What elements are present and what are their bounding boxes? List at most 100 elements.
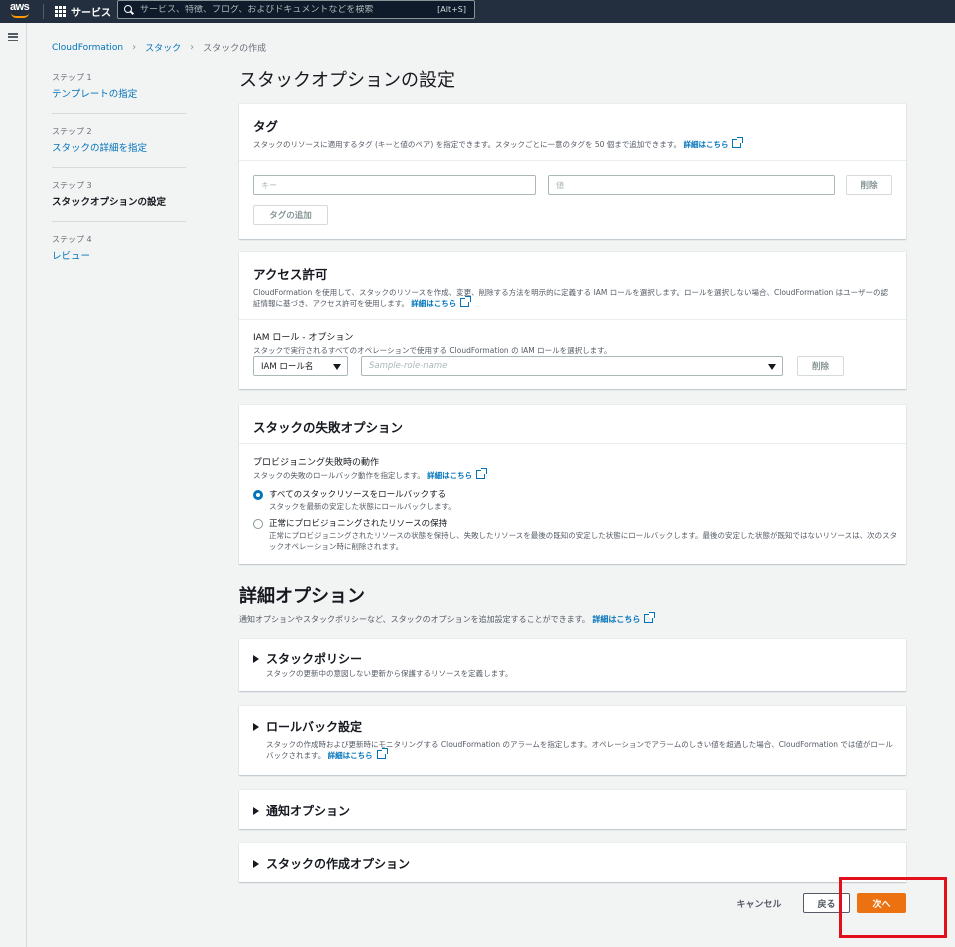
rollback-all-desc: スタックを最新の安定した状態にロールバックします。	[269, 502, 456, 511]
advanced-learn-more-link[interactable]: 詳細はこちら	[592, 612, 656, 624]
caret-down-icon	[768, 364, 776, 370]
page-title: スタックオプションの設定	[239, 70, 455, 91]
failure-title: スタックの失敗オプション	[253, 420, 404, 435]
step-number: ステップ 2	[52, 127, 92, 136]
creation-options-section[interactable]: スタックの作成オプション	[239, 843, 906, 882]
caret-right-icon	[253, 722, 259, 731]
stack-policy-section[interactable]: スタックポリシー スタックの更新中の意図しない更新から保護するリソースを定義しま…	[239, 639, 906, 691]
preserve-resources-radio[interactable]	[253, 519, 263, 529]
aws-smile-icon	[11, 13, 29, 18]
tags-panel: タグ スタックのリソースに適用するタグ (キーと値のペア) を指定できます。スタ…	[239, 104, 906, 239]
iam-role-description: スタックで実行されるすべてのオペレーションで使用する CloudFormatio…	[253, 346, 612, 355]
grid-icon	[55, 6, 66, 17]
permissions-learn-more-link[interactable]: 詳細はこちら	[411, 296, 472, 308]
breadcrumb: CloudFormation › スタック › スタックの作成	[52, 41, 266, 54]
rollback-config-desc: スタックの作成時および更新時にモニタリングする CloudFormation の…	[266, 740, 893, 760]
iam-role-label: IAM ロール - オプション	[253, 333, 354, 343]
chevron-right-icon: ›	[132, 42, 137, 53]
tags-learn-more-link[interactable]: 詳細はこちら	[683, 137, 744, 149]
external-link-icon	[376, 748, 388, 759]
advanced-options-description: 通知オプションやスタックポリシーなど、スタックのオプションを追加設定することがで…	[239, 612, 656, 625]
iam-role-remove-button[interactable]: 削除	[797, 356, 844, 376]
rollback-learn-more-link[interactable]: 詳細はこちら	[328, 748, 388, 760]
failure-header: スタックの失敗オプション	[239, 405, 906, 444]
tag-key-input[interactable]: キー	[253, 175, 536, 195]
breadcrumb-stacks[interactable]: スタック	[145, 41, 181, 54]
iam-role-field: IAM ロール - オプション スタックで実行されるすべてのオペレーションで使用…	[253, 330, 611, 356]
step-1: ステップ 1 テンプレートの指定	[52, 72, 186, 114]
external-link-icon	[460, 296, 472, 307]
tags-header: タグ スタックのリソースに適用するタグ (キーと値のペア) を指定できます。スタ…	[239, 104, 906, 161]
step-4: ステップ 4 レビュー	[52, 234, 186, 275]
rollback-config-title: ロールバック設定	[266, 720, 363, 734]
services-menu-button[interactable]: サービス	[55, 4, 111, 19]
wizard-steps: ステップ 1 テンプレートの指定 ステップ 2 スタックの詳細を指定 ステップ …	[52, 72, 186, 287]
caret-right-icon	[253, 806, 259, 815]
search-input[interactable]	[140, 4, 438, 15]
highlight-annotation-box	[839, 877, 947, 938]
notification-options-title: 通知オプション	[266, 804, 351, 818]
failure-behavior-field: プロビジョニング失敗時の動作 スタックの失敗のロールバック動作を指定します。 詳…	[253, 455, 488, 481]
step-link-template[interactable]: テンプレートの指定	[52, 86, 186, 100]
step-number: ステップ 4	[52, 235, 92, 244]
iam-role-name-select[interactable]: Sample-role-name	[361, 356, 783, 376]
search-icon	[124, 4, 134, 15]
external-link-icon	[644, 612, 656, 623]
aws-logo[interactable]: aws	[10, 1, 30, 13]
failure-behavior-description: スタックの失敗のロールバック動作を指定します。 詳細はこちら	[253, 468, 488, 481]
permissions-desc-text: CloudFormation を使用して、スタックのリソースを作成、変更、削除す…	[253, 288, 889, 308]
iam-role-placeholder: Sample-role-name	[369, 361, 448, 371]
creation-options-toggle[interactable]: スタックの作成オプション	[253, 855, 410, 872]
external-link-icon	[732, 137, 744, 148]
rollback-config-section[interactable]: ロールバック設定 スタックの作成時および更新時にモニタリングする CloudFo…	[239, 706, 906, 775]
search-box[interactable]: [Alt+S]	[117, 0, 475, 19]
breadcrumb-cloudformation[interactable]: CloudFormation	[52, 43, 123, 53]
notification-options-toggle[interactable]: 通知オプション	[253, 802, 350, 819]
rollback-config-toggle[interactable]: ロールバック設定	[253, 718, 362, 735]
add-tag-button[interactable]: タグの追加	[253, 205, 328, 225]
step-current-options: スタックオプションの設定	[52, 197, 167, 208]
tags-title: タグ	[253, 119, 279, 134]
caret-right-icon	[253, 859, 259, 868]
stack-policy-title: スタックポリシー	[266, 652, 363, 666]
services-label: サービス	[71, 8, 111, 19]
iam-role-type-value: IAM ロール名	[261, 362, 314, 372]
preserve-resources-label[interactable]: 正常にプロビジョニングされたリソースの保持	[269, 517, 447, 529]
caret-down-icon	[333, 364, 341, 370]
tags-desc-text: スタックのリソースに適用するタグ (キーと値のペア) を指定できます。スタックご…	[253, 140, 682, 149]
search-shortcut: [Alt+S]	[437, 5, 466, 14]
permissions-title: アクセス許可	[253, 267, 328, 282]
rollback-all-radio[interactable]	[253, 490, 263, 500]
step-number: ステップ 3	[52, 181, 92, 190]
caret-right-icon	[253, 654, 259, 663]
stack-policy-toggle[interactable]: スタックポリシー	[253, 650, 362, 667]
breadcrumb-current: スタックの作成	[203, 44, 267, 54]
preserve-resources-desc: 正常にプロビジョニングされたリソースの状態を保持し、失敗したリソースを最後の既知…	[269, 531, 898, 551]
step-link-review[interactable]: レビュー	[52, 248, 186, 262]
side-rail-divider	[26, 23, 27, 947]
nav-divider	[43, 4, 44, 19]
permissions-description: CloudFormation を使用して、スタックのリソースを作成、変更、削除す…	[253, 287, 892, 309]
iam-role-type-select[interactable]: IAM ロール名	[253, 356, 348, 376]
permissions-panel: アクセス許可 CloudFormation を使用して、スタックのリソースを作成…	[239, 252, 906, 389]
failure-behavior-label: プロビジョニング失敗時の動作	[253, 458, 380, 468]
tag-value-input[interactable]: 値	[548, 175, 835, 195]
step-number: ステップ 1	[52, 73, 92, 82]
creation-options-title: スタックの作成オプション	[266, 857, 411, 871]
tags-description: スタックのリソースに適用するタグ (キーと値のペア) を指定できます。スタックご…	[253, 137, 892, 150]
tag-remove-button[interactable]: 削除	[846, 175, 892, 195]
step-link-details[interactable]: スタックの詳細を指定	[52, 140, 186, 154]
rollback-all-label[interactable]: すべてのスタックリソースをロールバックする	[269, 488, 446, 500]
chevron-right-icon: ›	[190, 42, 195, 53]
notification-options-section[interactable]: 通知オプション	[239, 790, 906, 829]
cancel-button[interactable]: キャンセル	[728, 893, 790, 913]
failure-options-panel: スタックの失敗オプション プロビジョニング失敗時の動作 スタックの失敗のロールバ…	[239, 405, 906, 564]
permissions-header: アクセス許可 CloudFormation を使用して、スタックのリソースを作成…	[239, 252, 906, 320]
step-3: ステップ 3 スタックオプションの設定	[52, 180, 186, 222]
top-navigation: aws サービス [Alt+S]	[0, 0, 955, 23]
hamburger-menu-icon[interactable]	[8, 33, 18, 41]
step-2: ステップ 2 スタックの詳細を指定	[52, 126, 186, 168]
external-link-icon	[476, 468, 488, 479]
failure-learn-more-link[interactable]: 詳細はこちら	[427, 468, 488, 480]
advanced-options-title: 詳細オプション	[239, 586, 365, 607]
